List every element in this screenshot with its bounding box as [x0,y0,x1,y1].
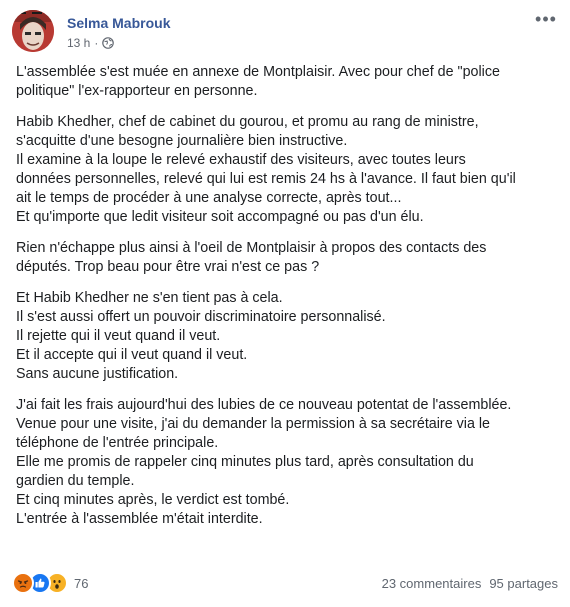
post-header: Selma Mabrouk 13 h · ••• [12,10,558,58]
post-text-line: Habib Khedher, chef de cabinet du gourou… [16,114,479,130]
post-text-line: Venue pour une visite, j'ai du demander … [16,416,490,432]
reactions-summary[interactable]: 76 [12,572,88,594]
post-time[interactable]: 13 h [67,36,90,50]
post-text-line: téléphone de l'entrée principale. [16,435,219,451]
post-text-line: Il examine à la loupe le relevé exhausti… [16,152,466,168]
post-text-line: s'acquitte d'une besogne journalière bie… [16,133,348,149]
post-text-line: députés. Trop beau pour être vrai n'est … [16,259,320,275]
post-card: Selma Mabrouk 13 h · ••• L'assemblée s'e… [0,0,570,607]
reaction-count[interactable]: 76 [74,576,88,591]
angry-reaction-icon [12,572,34,594]
post-text-line: Et cinq minutes après, le verdict est to… [16,492,290,508]
post-meta: 13 h · [67,36,115,50]
post-text-line: J'ai fait les frais aujourd'hui des lubi… [16,397,512,413]
post-text-line: Et il accepte qui il veut quand il veut. [16,347,248,363]
post-stats: 23 commentaires 95 partages [382,576,558,591]
post-text-line: Elle me promis de rappeler cinq minutes … [16,454,474,470]
post-footer: 76 23 commentaires 95 partages [12,570,558,596]
meta-separator: · [94,36,99,50]
post-text-line: L'entrée à l'assemblée m'était interdite… [16,511,263,527]
post-text-line: données personnelles, relevé qui lui est… [16,171,516,187]
post-text-line: Et Habib Khedher ne s'en tient pas à cel… [16,290,283,306]
post-paragraph: Habib Khedher, chef de cabinet du gourou… [16,113,558,227]
post-text-line: gardien du temple. [16,473,135,489]
post-paragraph: J'ai fait les frais aujourd'hui des lubi… [16,396,558,529]
post-text-line: Rien n'échappe plus ainsi à l'oeil de Mo… [16,240,487,256]
post-text: L'assemblée s'est muée en annexe de Mont… [16,63,558,541]
post-paragraph: L'assemblée s'est muée en annexe de Mont… [16,63,558,101]
author-name[interactable]: Selma Mabrouk [67,15,170,31]
post-text-line: Sans aucune justification. [16,366,179,382]
post-paragraph: Et Habib Khedher ne s'en tient pas à cel… [16,289,558,384]
shares-count-link[interactable]: 95 partages [489,576,558,591]
post-text-line: L'assemblée s'est muée en annexe de Mont… [16,64,500,80]
post-text-line: Et qu'importe que ledit visiteur soit ac… [16,209,424,225]
post-text-line: ait le temps de procéder à une analyse c… [16,190,402,206]
post-paragraph: Rien n'échappe plus ainsi à l'oeil de Mo… [16,239,558,277]
avatar[interactable] [12,10,54,52]
post-text-line: politique" l'ex-rapporteur en personne. [16,83,258,99]
comments-count-link[interactable]: 23 commentaires [382,576,482,591]
more-options-icon[interactable]: ••• [534,10,558,32]
post-text-line: Il s'est aussi offert un pouvoir discrim… [16,309,386,325]
globe-icon[interactable] [102,37,115,49]
post-text-line: Il rejette qui il veut quand il veut. [16,328,221,344]
